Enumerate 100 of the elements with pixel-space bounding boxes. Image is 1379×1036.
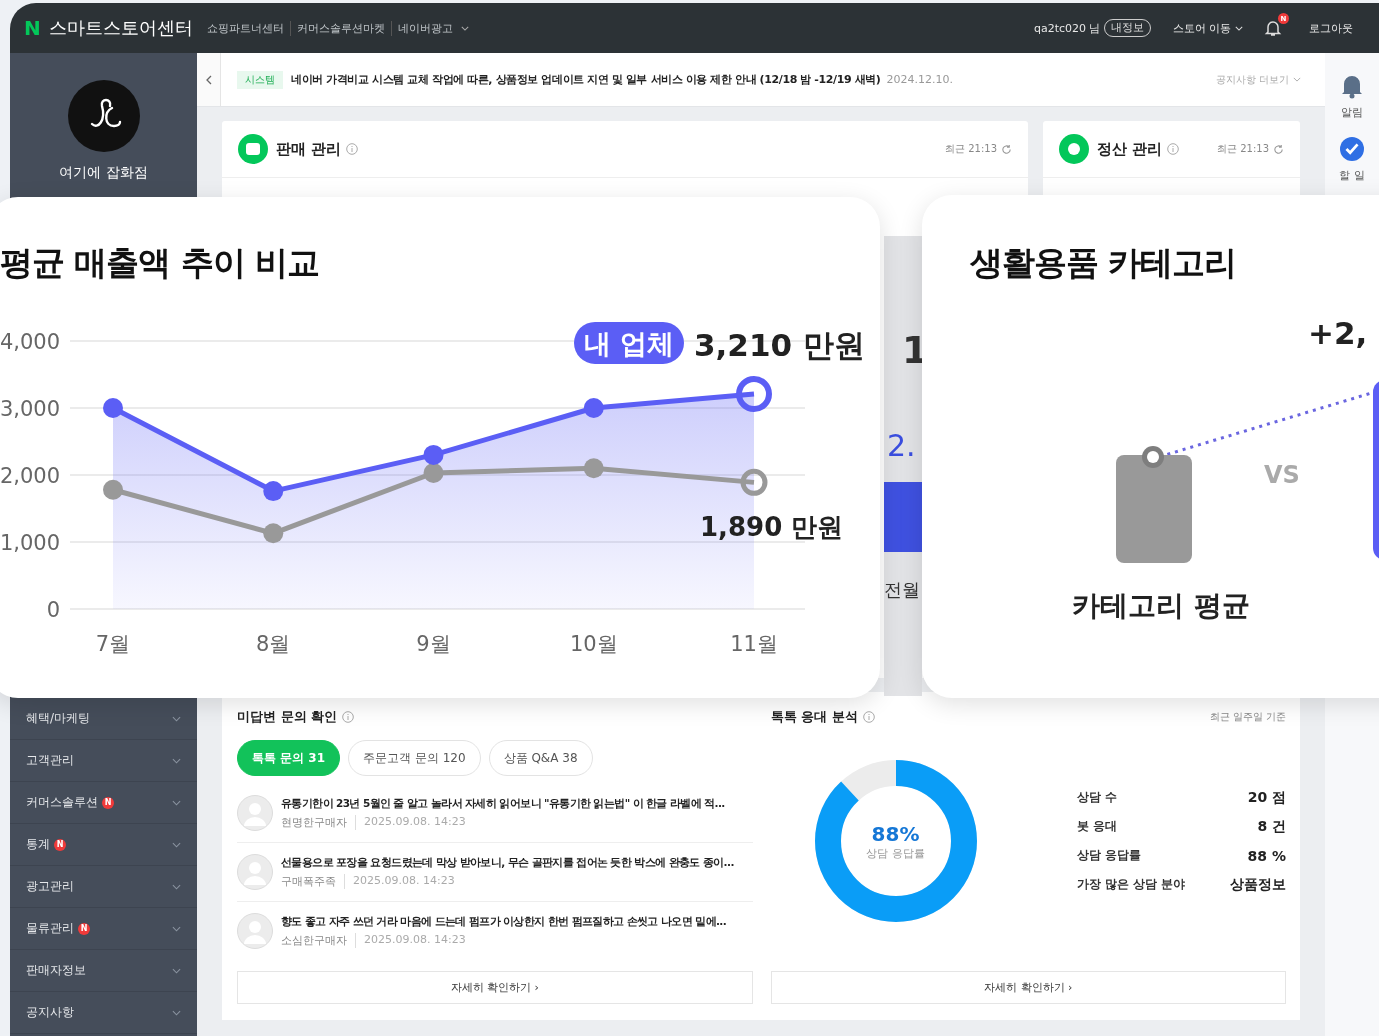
- inquiry-text[interactable]: 유통기한이 23년 5월인 줄 알고 놀라서 자세히 읽어보니 "유통기한 읽는법" 이 한글 라벨에 적...: [281, 796, 753, 811]
- bell-icon[interactable]: [1263, 18, 1283, 38]
- notice-link[interactable]: 네이버 가격비교 시스템 교체 작업에 따른, 상품정보 업데이트 지연 및 일부 서비스 이용 제한 안내 (12/18 밤 -12/19 새벽): [291, 72, 881, 87]
- donut-label: 상담 응답률: [866, 845, 925, 861]
- user-name: qa2tc020 님: [1033, 20, 1101, 36]
- x-axis-label: 9월: [416, 632, 451, 656]
- refresh-icon[interactable]: [1273, 143, 1284, 155]
- stat-value: 상품정보: [1230, 875, 1286, 894]
- new-badge: N: [78, 922, 90, 935]
- chevron-down-icon: [172, 799, 181, 806]
- inquiry-date: 2025.09.08. 14:23: [364, 814, 466, 830]
- updated-time: 최근 21:13: [1217, 142, 1269, 156]
- data-point: [103, 398, 123, 418]
- chart-title: 평균 매출액 추이 비교: [0, 242, 320, 284]
- x-axis-label: 11월: [730, 632, 778, 656]
- rail-label[interactable]: 알림: [1341, 105, 1363, 120]
- data-point: [583, 458, 604, 479]
- rail-label[interactable]: 할 일: [1339, 168, 1365, 183]
- x-axis-label: 10월: [569, 632, 618, 656]
- price-tag-icon: [1116, 445, 1192, 563]
- inquiry-text[interactable]: 선물용으로 포장을 요청드렸는데 막상 받아보니, 무슨 골판지를 접어논 듯한 박스에 완충도 종이...: [281, 855, 753, 870]
- inquiry-tab[interactable]: 상품 Q&A 38: [488, 740, 593, 776]
- data-point: [736, 375, 772, 412]
- y-axis-label: 2,000: [0, 464, 60, 488]
- x-axis-label: 8월: [256, 632, 291, 656]
- chevron-down-icon: [172, 841, 181, 848]
- checkmark-icon[interactable]: [1340, 136, 1364, 162]
- notice-date: 2024.12.10.: [886, 73, 953, 86]
- chevron-down-icon: [172, 925, 181, 932]
- chevron-down-icon: [1235, 25, 1243, 31]
- inquiry-text[interactable]: 향도 좋고 자주 쓰던 거라 마음에 드는데 펌프가 이상한지 한번 펌프질하고 손씻고 나오면 밑에...: [281, 914, 753, 929]
- inquiry-date: 2025.09.08. 14:23: [353, 873, 455, 889]
- inquiry-author: 구매폭주족: [281, 873, 345, 889]
- stat-value: 8 건: [1257, 817, 1286, 836]
- x-axis-label: 7월: [95, 632, 131, 656]
- info-icon[interactable]: [346, 143, 359, 155]
- data-point: [740, 468, 768, 496]
- donut-value: 88%: [871, 821, 920, 846]
- new-badge: N: [54, 838, 66, 851]
- updated-time: 최근 21:13: [945, 142, 997, 156]
- series-label: 내 업체: [583, 327, 675, 359]
- section-title: 미답변 문의 확인: [237, 708, 338, 726]
- inquiry-date: 2025.09.08. 14:23: [364, 932, 466, 948]
- period-label: 최근 일주일 기준: [1209, 710, 1286, 724]
- stat-value: 20 점: [1247, 788, 1286, 807]
- bell-icon[interactable]: [1340, 73, 1364, 99]
- stat-value: 88 %: [1247, 847, 1286, 864]
- logo-mark[interactable]: N: [24, 16, 41, 40]
- card-title: 생활용품 카테고리: [970, 242, 1237, 284]
- chevron-down-icon: [172, 715, 181, 722]
- partial-month-label: 전월: [884, 578, 920, 602]
- new-badge: N: [102, 796, 114, 809]
- data-point: [263, 481, 284, 502]
- chevron-down-icon: [172, 967, 181, 974]
- y-axis-label: 1,000: [0, 531, 60, 555]
- inquiry-author: 소심한구매자: [281, 932, 356, 948]
- inquiry-author: 현명한구매자: [281, 814, 356, 830]
- chevron-down-icon: [1293, 77, 1301, 82]
- partial-bar: [884, 482, 922, 552]
- y-axis-label: 3,000: [0, 397, 60, 421]
- top-link[interactable]: 네이버광고: [390, 20, 475, 36]
- store-logo-icon: [67, 80, 140, 152]
- stat-label: 봇 응대: [1076, 819, 1117, 834]
- section-title: 톡톡 응대 분석: [770, 708, 858, 726]
- details-button[interactable]: 자세히 확인하기 ›: [770, 971, 1286, 1004]
- annotation-value: 3,210 만원: [694, 326, 865, 363]
- annotation-value: 1,890 만원: [700, 512, 844, 543]
- card-title: 정산 관리: [1097, 139, 1163, 159]
- info-icon[interactable]: [342, 711, 355, 723]
- partial-amount: 2.: [887, 428, 916, 463]
- series-badge: 내 업체: [574, 321, 684, 364]
- logout-link[interactable]: 로그아웃: [1309, 20, 1353, 36]
- data-point: [263, 523, 284, 544]
- top-link[interactable]: 커머스솔루션마켓: [289, 20, 391, 36]
- brand-title[interactable]: 스마트스토어센터: [48, 16, 193, 40]
- y-axis-label: 4,000: [0, 330, 60, 354]
- info-icon[interactable]: [1167, 143, 1180, 155]
- avatar-icon: [237, 913, 273, 949]
- stat-label: 상담 수: [1076, 790, 1117, 805]
- stat-label: 가장 많은 상담 분야: [1076, 877, 1185, 892]
- store-move-button[interactable]: 스토어 이동: [1172, 20, 1263, 36]
- data-point: [103, 479, 123, 500]
- data-point: [583, 398, 604, 418]
- vs-label: VS: [1264, 461, 1300, 489]
- info-icon[interactable]: [862, 711, 875, 723]
- chevron-down-icon: [172, 883, 181, 890]
- store-name: 여기에 잡화점: [59, 164, 148, 182]
- inquiry-tab[interactable]: 주문고객 문의 120: [348, 740, 481, 776]
- chevron-left-icon: [205, 74, 212, 85]
- top-link[interactable]: 쇼핑파트너센터: [206, 20, 290, 36]
- refresh-icon[interactable]: [1001, 143, 1012, 155]
- category-average-label: 카테고리 평균: [1072, 588, 1250, 624]
- y-axis-label: 0: [46, 598, 60, 622]
- data-point: [423, 463, 444, 483]
- stat-label: 상담 응답률: [1076, 848, 1141, 863]
- card-title: 판매 관리: [276, 139, 342, 159]
- avatar-icon: [237, 854, 273, 890]
- data-point: [423, 444, 444, 465]
- details-button[interactable]: 자세히 확인하기 ›: [237, 971, 753, 1004]
- difference-value: +2,: [1308, 315, 1368, 351]
